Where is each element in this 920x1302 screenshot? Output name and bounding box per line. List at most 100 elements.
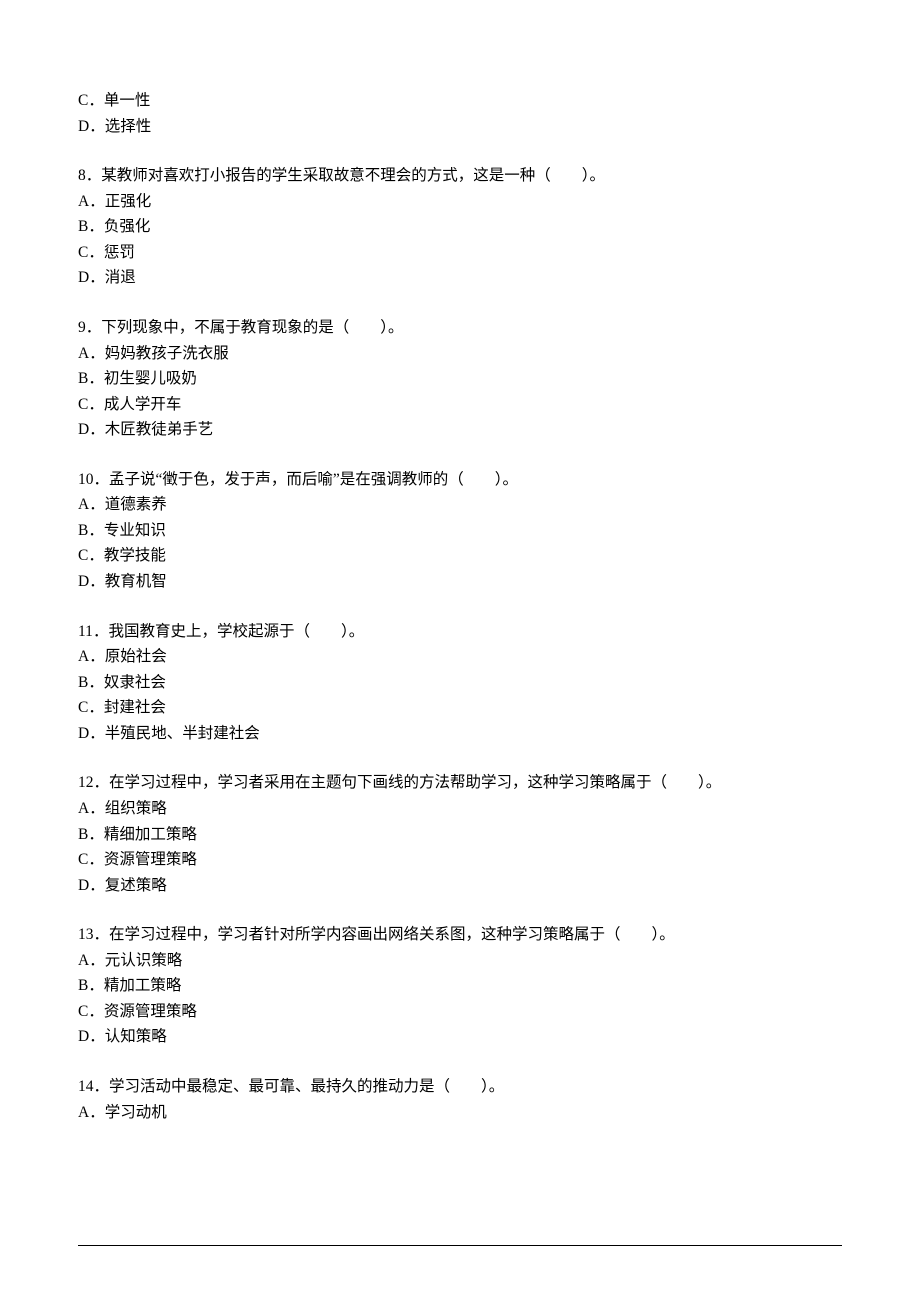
option-letter: A <box>78 800 89 817</box>
option-text: 道德素养 <box>105 496 167 513</box>
question-block: 9．下列现象中，不属于教育现象的是（ ）。 A．妈妈教孩子洗衣服 B．初生婴儿吸… <box>78 315 842 443</box>
option-letter: D <box>78 421 89 438</box>
option-text: 教学技能 <box>104 547 166 564</box>
question-stem: 13．在学习过程中，学习者针对所学内容画出网络关系图，这种学习策略属于（ ）。 <box>78 922 842 948</box>
option-letter: A <box>78 952 89 969</box>
option-letter: A <box>78 193 89 210</box>
option-text: 专业知识 <box>104 522 166 539</box>
option-letter: C <box>78 699 88 716</box>
option-letter: D <box>78 269 89 286</box>
option-text: 选择性 <box>105 118 152 135</box>
option-line: C．单一性 <box>78 88 842 114</box>
option-text: 精加工策略 <box>104 977 182 994</box>
question-stem: 9．下列现象中，不属于教育现象的是（ ）。 <box>78 315 842 341</box>
option-text: 初生婴儿吸奶 <box>104 370 197 387</box>
option-text: 认知策略 <box>105 1028 167 1045</box>
question-text: 在学习过程中，学习者针对所学内容画出网络关系图，这种学习策略属于（ ）。 <box>109 926 675 943</box>
question-stem: 12．在学习过程中，学习者采用在主题句下画线的方法帮助学习，这种学习策略属于（ … <box>78 770 842 796</box>
option-line: C．教学技能 <box>78 543 842 569</box>
question-number: 9 <box>78 319 86 336</box>
question-stem: 14．学习活动中最稳定、最可靠、最持久的推动力是（ ）。 <box>78 1074 842 1100</box>
option-line: A．元认识策略 <box>78 948 842 974</box>
option-text: 原始社会 <box>105 648 167 665</box>
option-line: D．半殖民地、半封建社会 <box>78 721 842 747</box>
question-block: 14．学习活动中最稳定、最可靠、最持久的推动力是（ ）。 A．学习动机 <box>78 1074 842 1125</box>
question-stem: 11．我国教育史上，学校起源于（ ）。 <box>78 619 842 645</box>
orphan-options: C．单一性 D．选择性 <box>78 88 842 139</box>
option-letter: A <box>78 496 89 513</box>
option-text: 元认识策略 <box>105 952 183 969</box>
option-line: C．资源管理策略 <box>78 999 842 1025</box>
option-text: 学习动机 <box>105 1104 167 1121</box>
option-line: C．惩罚 <box>78 240 842 266</box>
option-text: 半殖民地、半封建社会 <box>105 725 260 742</box>
option-letter: D <box>78 877 89 894</box>
page-footer-rule <box>78 1245 842 1246</box>
question-text: 下列现象中，不属于教育现象的是（ ）。 <box>101 319 403 336</box>
option-text: 成人学开车 <box>104 396 182 413</box>
option-text: 负强化 <box>104 218 151 235</box>
question-number: 11 <box>78 623 93 640</box>
option-text: 教育机智 <box>105 573 167 590</box>
option-line: B．奴隶社会 <box>78 670 842 696</box>
option-text: 妈妈教孩子洗衣服 <box>105 345 229 362</box>
option-letter: A <box>78 648 89 665</box>
option-letter: B <box>78 674 88 691</box>
option-line: A．原始社会 <box>78 644 842 670</box>
option-line: B．专业知识 <box>78 518 842 544</box>
option-text: 组织策略 <box>105 800 167 817</box>
question-stem: 10．孟子说“徵于色，发于声，而后喻”是在强调教师的（ ）。 <box>78 467 842 493</box>
option-text: 正强化 <box>105 193 152 210</box>
option-line: C．成人学开车 <box>78 392 842 418</box>
question-text: 孟子说“徵于色，发于声，而后喻”是在强调教师的（ ）。 <box>109 471 518 488</box>
option-letter: C <box>78 396 88 413</box>
option-letter: A <box>78 1104 89 1121</box>
option-line: B．负强化 <box>78 214 842 240</box>
option-letter: C <box>78 547 88 564</box>
option-letter: D <box>78 573 89 590</box>
question-number: 12 <box>78 774 94 791</box>
option-line: B．精加工策略 <box>78 973 842 999</box>
option-letter: B <box>78 218 88 235</box>
option-text: 资源管理策略 <box>104 851 197 868</box>
option-letter: B <box>78 977 88 994</box>
option-line: D．木匠教徒弟手艺 <box>78 417 842 443</box>
option-text: 消退 <box>105 269 136 286</box>
option-letter: D <box>78 1028 89 1045</box>
question-stem: 8．某教师对喜欢打小报告的学生采取故意不理会的方式，这是一种（ ）。 <box>78 163 842 189</box>
question-number: 10 <box>78 471 94 488</box>
option-line: D．复述策略 <box>78 873 842 899</box>
question-block: 8．某教师对喜欢打小报告的学生采取故意不理会的方式，这是一种（ ）。 A．正强化… <box>78 163 842 291</box>
question-text: 某教师对喜欢打小报告的学生采取故意不理会的方式，这是一种（ ）。 <box>101 167 605 184</box>
option-line: D．选择性 <box>78 114 842 140</box>
option-text: 精细加工策略 <box>104 826 197 843</box>
option-letter: B <box>78 370 88 387</box>
question-block: 13．在学习过程中，学习者针对所学内容画出网络关系图，这种学习策略属于（ ）。 … <box>78 922 842 1050</box>
option-line: D．教育机智 <box>78 569 842 595</box>
option-line: C．封建社会 <box>78 695 842 721</box>
option-letter: C <box>78 851 88 868</box>
option-line: A．学习动机 <box>78 1100 842 1126</box>
question-text: 学习活动中最稳定、最可靠、最持久的推动力是（ ）。 <box>109 1078 504 1095</box>
option-letter: B <box>78 522 88 539</box>
question-block: 11．我国教育史上，学校起源于（ ）。 A．原始社会 B．奴隶社会 C．封建社会… <box>78 619 842 747</box>
option-text: 封建社会 <box>104 699 166 716</box>
option-text: 复述策略 <box>105 877 167 894</box>
option-letter: C <box>78 244 88 261</box>
question-number: 14 <box>78 1078 94 1095</box>
option-text: 木匠教徒弟手艺 <box>105 421 214 438</box>
option-text: 奴隶社会 <box>104 674 166 691</box>
option-line: A．道德素养 <box>78 492 842 518</box>
question-text: 在学习过程中，学习者采用在主题句下画线的方法帮助学习，这种学习策略属于（ ）。 <box>109 774 721 791</box>
option-letter: A <box>78 345 89 362</box>
question-block: 10．孟子说“徵于色，发于声，而后喻”是在强调教师的（ ）。 A．道德素养 B．… <box>78 467 842 595</box>
question-text: 我国教育史上，学校起源于（ ）。 <box>108 623 364 640</box>
document-page: C．单一性 D．选择性 8．某教师对喜欢打小报告的学生采取故意不理会的方式，这是… <box>0 0 920 1302</box>
option-line: B．精细加工策略 <box>78 822 842 848</box>
option-line: D．认知策略 <box>78 1024 842 1050</box>
option-line: A．正强化 <box>78 189 842 215</box>
option-letter: D <box>78 725 89 742</box>
option-letter: C <box>78 92 88 109</box>
option-line: A．组织策略 <box>78 796 842 822</box>
option-text: 单一性 <box>104 92 151 109</box>
